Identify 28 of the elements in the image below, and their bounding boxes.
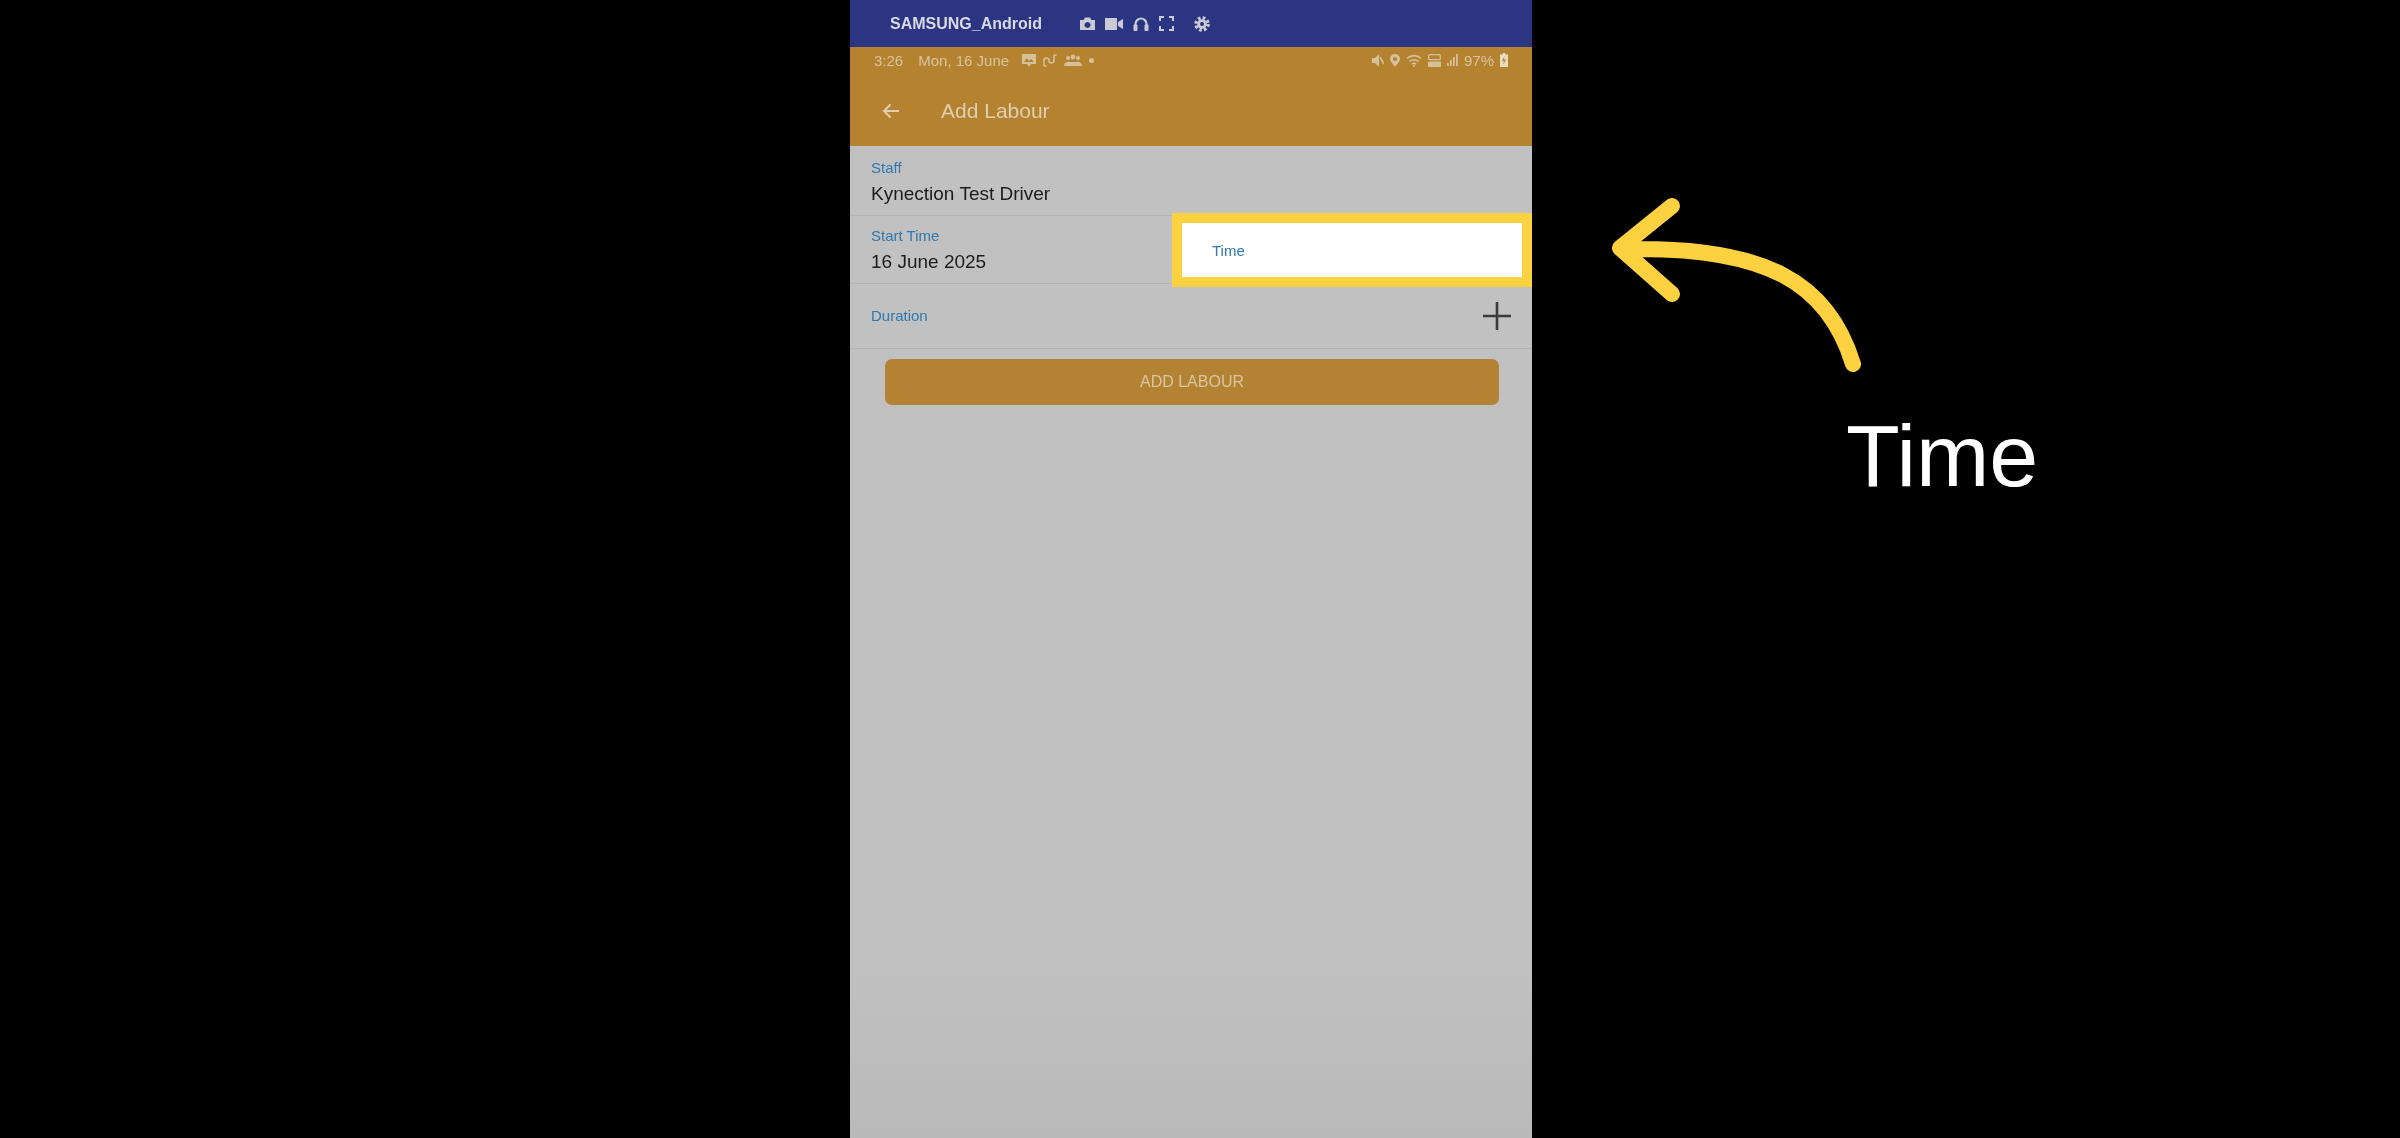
page-title: Add Labour: [941, 99, 1050, 123]
device-name: SAMSUNG_Android: [890, 14, 1042, 33]
settings-icon[interactable]: [1194, 15, 1210, 32]
clock-time: 3:26: [874, 51, 904, 69]
field-value[interactable]: Kynection Test Driver: [871, 182, 1051, 206]
video-camera-icon[interactable]: [1105, 17, 1123, 30]
plus-icon[interactable]: [1483, 302, 1511, 330]
camera-icon[interactable]: [1080, 17, 1095, 30]
group-icon: [1064, 53, 1083, 67]
route-icon: [1043, 53, 1058, 67]
headphones-icon[interactable]: [1133, 16, 1149, 31]
field-label: Duration: [871, 307, 928, 325]
field-label: Staff: [871, 159, 902, 177]
annotation-label: Time: [1846, 412, 2039, 500]
signal-icon: [1446, 54, 1458, 66]
notification-dot-icon: [1089, 57, 1095, 63]
battery-charging-icon: [1500, 53, 1508, 67]
battery-percent: 97%: [1463, 51, 1494, 69]
network-badge-icon: [1427, 53, 1441, 67]
status-date: Mon, 16 June: [918, 51, 1010, 69]
location-icon: [1389, 53, 1400, 67]
gallery-icon: [1022, 53, 1037, 67]
date-value[interactable]: 16 June 2025: [871, 250, 987, 274]
field-label: Start Time: [871, 227, 940, 245]
time-field[interactable]: Time: [1182, 223, 1522, 277]
wifi-icon: [1405, 53, 1422, 67]
fullscreen-icon[interactable]: [1159, 16, 1174, 31]
mute-icon: [1371, 53, 1384, 67]
